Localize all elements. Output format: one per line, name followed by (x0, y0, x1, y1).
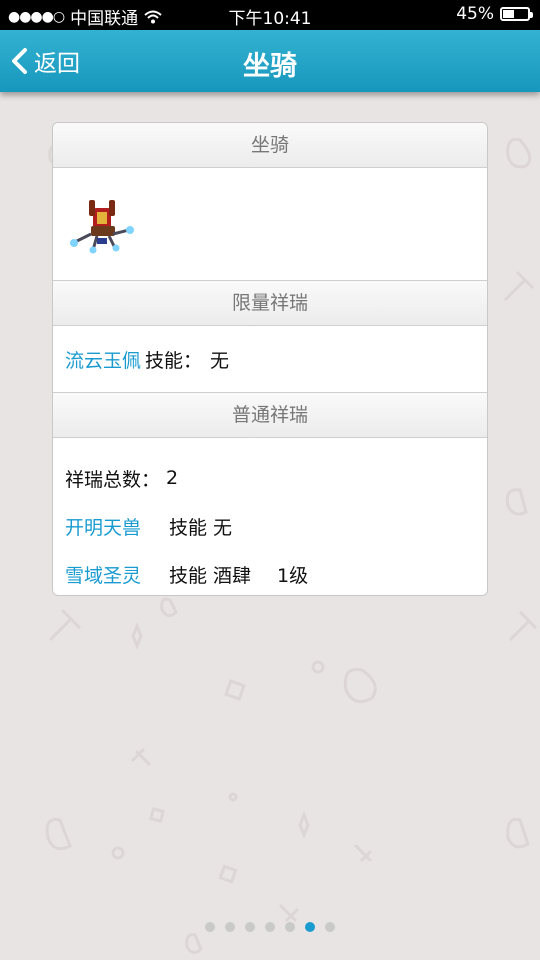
normal-item-level: 1级 (277, 564, 309, 587)
battery-fill (503, 10, 514, 18)
normal-item-name-link[interactable]: 雪域圣灵 (65, 561, 169, 588)
normal-section-header: 普通祥瑞 (53, 392, 487, 438)
normal-total-value: 2 (166, 467, 179, 489)
battery-icon (500, 7, 533, 21)
page-dot[interactable] (265, 922, 275, 932)
page-title: 坐骑 (243, 51, 297, 82)
page-dot[interactable] (205, 922, 215, 932)
page-dot[interactable] (245, 922, 255, 932)
page-dot[interactable] (325, 922, 335, 932)
normal-item-skill-label: 技能 (169, 516, 208, 539)
mount-card: 坐骑 限量祥瑞 流云玉佩 技能： 无 普通祥瑞 祥瑞总数： 2 开明天兽 技能 (52, 122, 488, 596)
mount-image-area (53, 168, 487, 280)
normal-item-skill-value: 无 (213, 516, 233, 539)
normal-item-skill-value: 酒肆 (213, 564, 252, 587)
status-bar: ●●●●○ 中国联通 下午10:41 45% (0, 0, 540, 30)
page-dot[interactable] (285, 922, 295, 932)
mount-image[interactable] (67, 194, 137, 254)
limited-item-skill-value: 无 (210, 349, 230, 372)
battery-percent: 45% (456, 4, 494, 24)
normal-item-skill-label: 技能 (169, 564, 208, 587)
page-dot[interactable] (305, 922, 315, 932)
normal-items-area: 祥瑞总数： 2 开明天兽 技能 无 雪域圣灵 技能 酒肆 1级 (53, 438, 487, 595)
battery-cap (530, 12, 533, 18)
navigation-bar: 返回 坐骑 (0, 30, 540, 92)
page-indicator (0, 922, 540, 932)
normal-item-name-link[interactable]: 开明天兽 (65, 513, 169, 540)
status-right: 45% (456, 4, 533, 24)
limited-item-row: 流云玉佩 技能： 无 (53, 326, 487, 392)
limited-section-header: 限量祥瑞 (53, 280, 487, 326)
page-dot[interactable] (225, 922, 235, 932)
normal-item-row: 雪域圣灵 技能 酒肆 1级 (65, 550, 475, 595)
normal-total-row: 祥瑞总数： 2 (65, 454, 475, 502)
limited-item-name-link[interactable]: 流云玉佩 (65, 346, 141, 373)
mount-section-header: 坐骑 (53, 123, 487, 168)
normal-item-row: 开明天兽 技能 无 (65, 502, 475, 550)
limited-item-skill-label: 技能： (145, 349, 203, 372)
normal-total-label: 祥瑞总数： (65, 468, 161, 491)
